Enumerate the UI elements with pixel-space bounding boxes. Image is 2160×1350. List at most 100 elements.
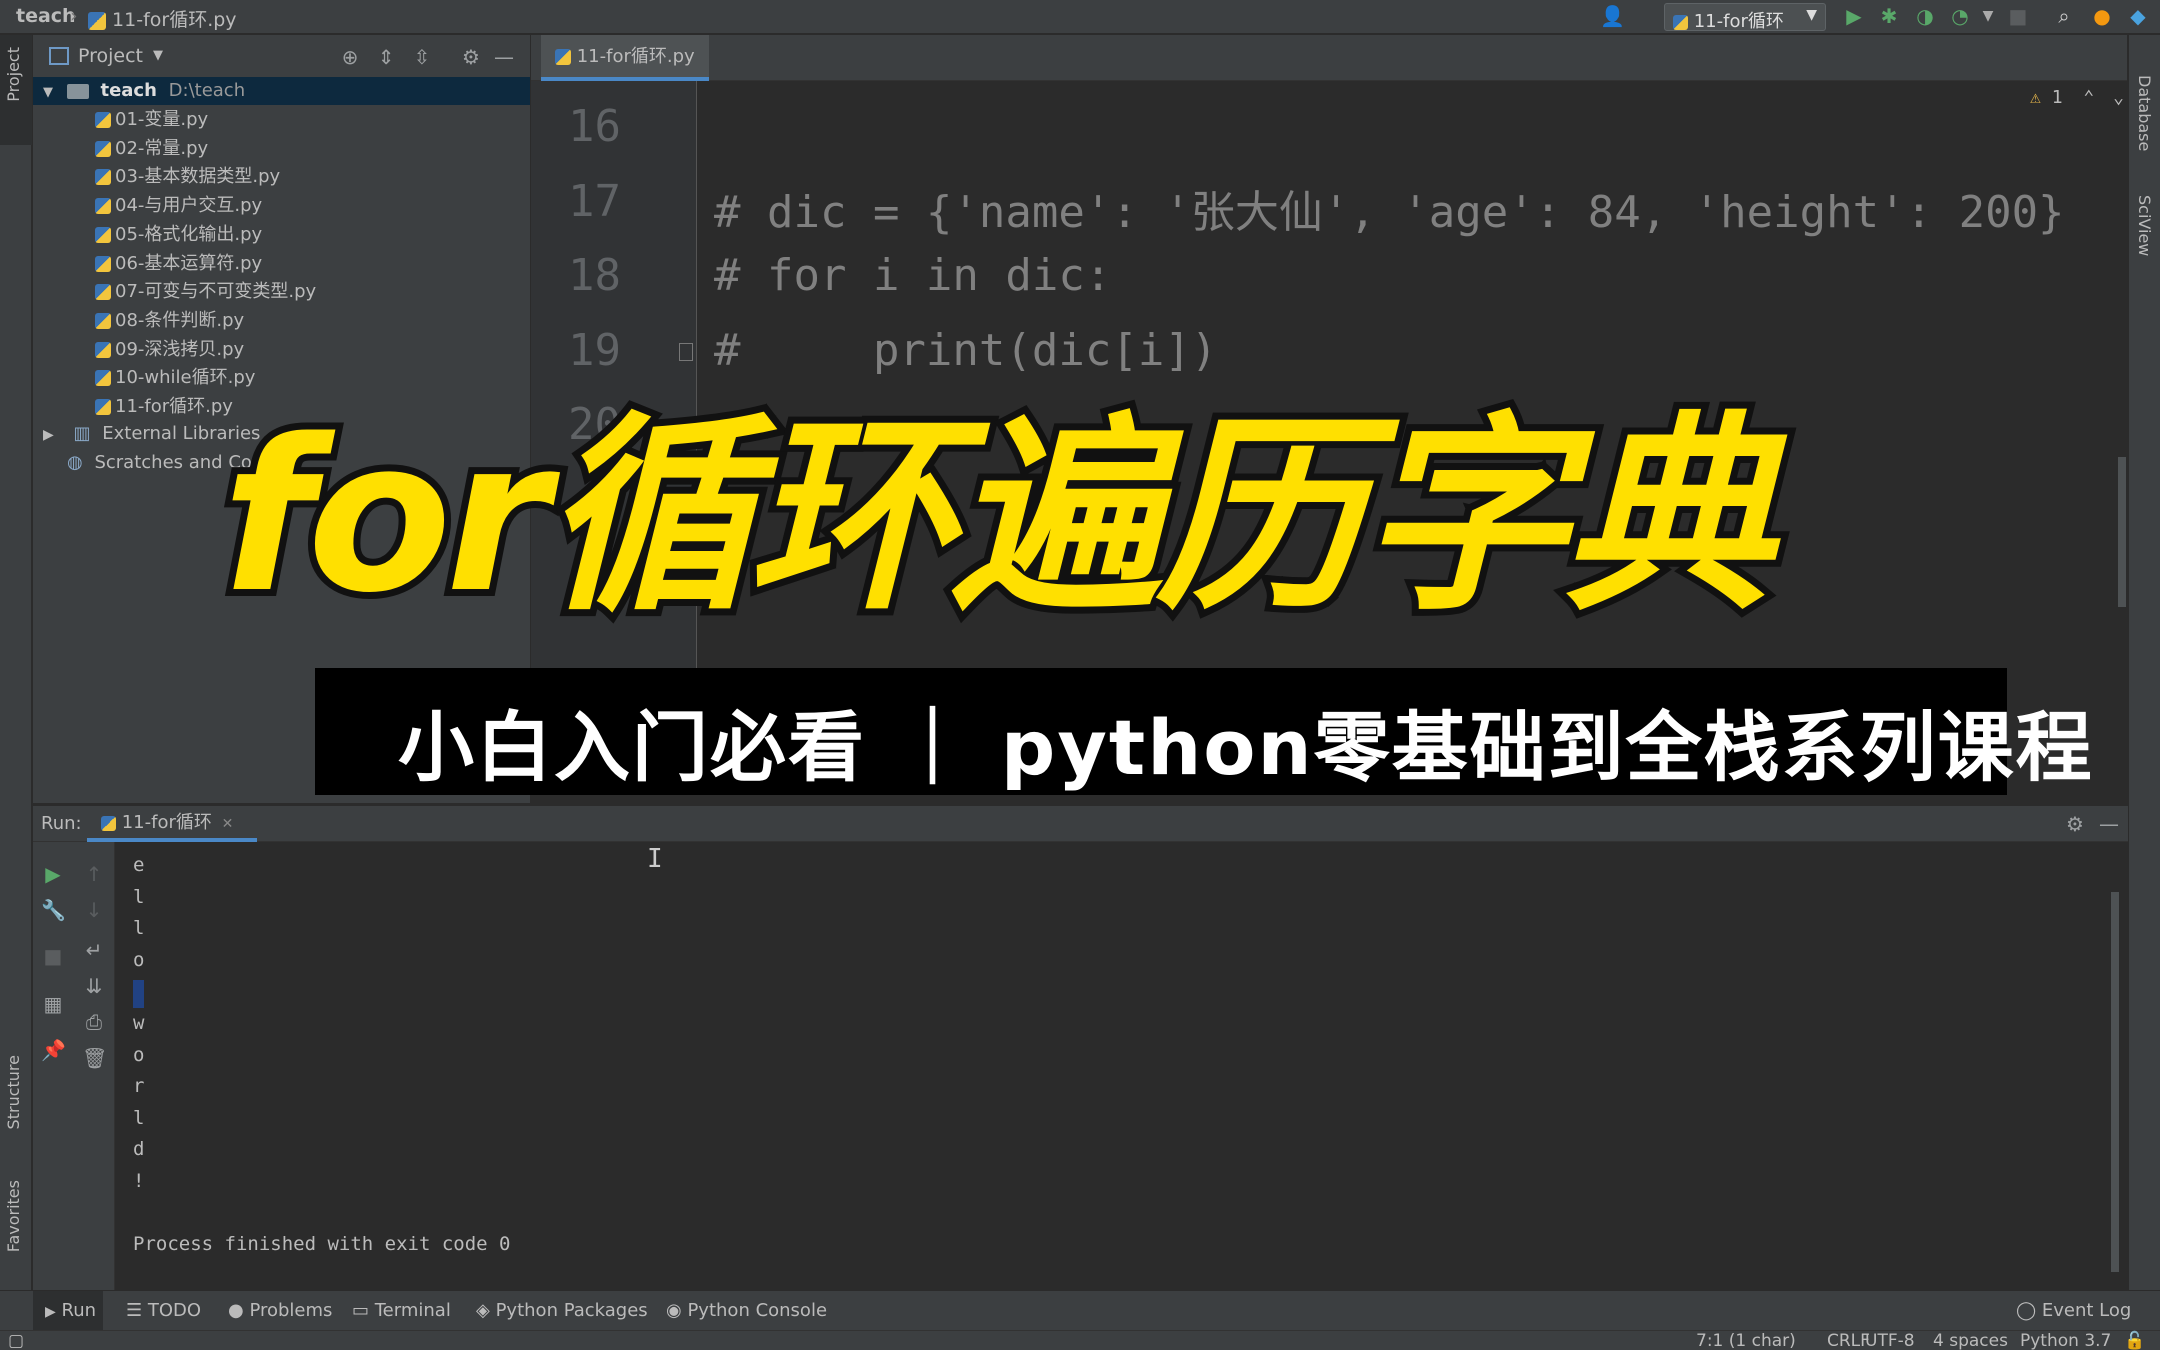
minimize-icon[interactable]: — [492,45,516,69]
chevron-down-icon: ▼ [1806,7,1817,23]
run-configuration-select[interactable]: 11-for循环 ▼ [1664,3,1826,32]
tool-windows-icon[interactable]: ▢ [8,1331,24,1350]
file-tree-item[interactable]: 05-格式化输出.py [33,221,262,249]
file-tree-item[interactable]: 10-while循环.py [33,364,255,392]
warning-indicator[interactable]: ⚠ 1 ⌃ ⌄ [2030,87,2124,108]
wrench-icon[interactable]: 🔧 [41,898,66,922]
chevron-down-icon[interactable]: ▼ [153,48,163,63]
caret-position[interactable]: 7:1 (1 char) [1696,1331,1796,1350]
user-icon[interactable]: 👤 [1600,4,1625,28]
fold-marker-icon[interactable] [679,343,693,361]
python-file-icon [555,49,571,65]
event-log-tool-tab[interactable]: ◯ Event Log [2016,1291,2131,1331]
terminal-tool-tab[interactable]: ▭ Terminal [352,1291,451,1331]
run-panel-label: Run: [41,813,82,834]
breadcrumb-file[interactable]: 11-for循环.py [88,5,237,32]
toolbox-icon[interactable]: ◆ [2126,4,2150,28]
warning-count: 1 [2051,87,2063,108]
profile-icon[interactable]: ◔ [1948,4,1972,28]
editor-tab-active[interactable]: 11-for循环.py ✕ [541,35,709,110]
python-file-icon [95,284,111,301]
line-separator[interactable]: CRLF [1827,1331,1870,1350]
pin-icon[interactable]: 📌 [41,1038,66,1062]
file-tree-item[interactable]: 03-基本数据类型.py [33,163,280,191]
file-encoding[interactable]: UTF-8 [1865,1331,1915,1350]
indent-setting[interactable]: 4 spaces [1933,1331,2008,1350]
file-tree-item-label: 03-基本数据类型.py [115,166,281,188]
trash-icon[interactable]: 🗑 [82,1046,107,1070]
file-tree-item[interactable]: 09-深浅拷贝.py [33,336,244,364]
problems-tool-tab[interactable]: ● Problems [228,1291,332,1331]
file-tree-item[interactable]: 07-可变与不可变类型.py [33,278,316,306]
coverage-icon[interactable]: ◑ [1913,4,1937,28]
gear-icon[interactable]: ⚙ [2063,812,2087,836]
stop-icon[interactable]: ■ [2006,4,2030,28]
breadcrumb-project[interactable]: teach [16,5,76,27]
minimize-icon[interactable]: — [2097,812,2121,836]
terminal-icon: ▭ [352,1300,370,1321]
console-scrollbar[interactable] [2111,892,2119,1272]
file-tree-item[interactable]: 06-基本运算符.py [33,250,262,278]
library-icon: ▥ [73,423,91,444]
output-line: o [133,948,145,971]
gear-icon[interactable]: ⚙ [459,45,483,69]
favorites-tool-tab[interactable]: Favorites [4,1180,23,1252]
sciview-tool-tab[interactable]: SciView [2135,195,2154,256]
run-tab[interactable]: 11-for循环 ✕ [87,806,257,842]
update-icon[interactable]: ● [2090,4,2114,28]
file-tree-item[interactable]: 02-常量.py [33,135,208,163]
editor-tab-label: 11-for循环.py [576,46,695,67]
title-bar: teach › 11-for循环.py 👤 11-for循环 ▼ ▶ ✱ ◑ ◔… [0,0,2160,34]
python-interpreter[interactable]: Python 3.7 [2020,1331,2111,1350]
event-log-tool-tab-label: Event Log [2041,1300,2132,1321]
breadcrumb-file-label: 11-for循环.py [112,9,237,31]
structure-tool-tab[interactable]: Structure [4,1055,23,1129]
soft-wrap-icon[interactable]: ↵ [82,938,106,962]
arrow-down-icon[interactable]: ↓ [82,898,106,922]
layout-icon[interactable]: ▦ [41,992,65,1016]
rerun-icon[interactable]: ▶ [41,862,65,886]
file-tree-item-label: 08-条件判断.py [115,309,245,331]
todo-tool-tab[interactable]: ☰ TODO [126,1291,201,1331]
file-tree-item[interactable]: 08-条件判断.py [33,307,244,335]
output-line [133,980,144,1009]
expand-all-icon[interactable]: ⇕ [374,45,398,69]
packages-icon: ◈ [476,1300,490,1321]
chevron-down-icon[interactable]: ⌄ [2113,87,2124,108]
chevron-up-icon[interactable]: ⌃ [2083,87,2094,108]
python-packages-tool-tab[interactable]: ◈ Python Packages [476,1291,648,1331]
print-icon[interactable]: ⎙ [82,1010,106,1034]
output-line: r [133,1075,145,1098]
editor-scrollbar[interactable] [2118,457,2126,607]
python-file-icon [1673,14,1688,30]
more-run-options-icon[interactable]: ▼ [1976,4,2000,28]
collapse-all-icon[interactable]: ⇳ [410,45,434,69]
project-tool-tab[interactable]: Project [0,35,32,145]
run-tool-tab-label: Run [61,1300,97,1321]
python-console-tool-tab[interactable]: ◉ Python Console [666,1291,827,1331]
python-file-icon [95,169,111,186]
tree-root-folder[interactable]: ▼ teach D:\teach [33,77,530,105]
lock-icon[interactable]: 🔓 [2124,1331,2145,1350]
scroll-to-end-icon[interactable]: ⇊ [82,974,106,998]
python-console-icon: ◉ [666,1300,682,1321]
project-view-select[interactable]: Project [78,45,143,67]
run-console-output[interactable]: ello w o r l d! Process finished with exit c… [115,842,2119,1290]
file-tree-item[interactable]: 04-与用户交互.py [33,192,262,220]
close-icon[interactable]: ✕ [222,816,234,832]
stop-icon[interactable]: ■ [41,944,65,968]
run-icon: ▶ [45,1304,56,1320]
warning-icon: ⚠ [2030,87,2041,108]
problems-tool-tab-label: Problems [249,1300,333,1321]
run-tool-tab[interactable]: ▶ Run [33,1291,103,1331]
file-tree-item[interactable]: 01-变量.py [33,106,208,134]
run-icon[interactable]: ▶ [1842,4,1866,28]
arrow-up-icon[interactable]: ↑ [82,862,106,886]
locate-file-icon[interactable]: ⊕ [338,45,362,69]
python-console-tool-tab-label: Python Console [687,1300,828,1321]
search-icon[interactable]: ⌕ [2052,4,2076,28]
bottom-tool-bar: ▶ Run ☰ TODO ● Problems ▭ Terminal ◈ Pyt… [0,1290,2160,1331]
file-tree-item[interactable]: 11-for循环.py [33,393,233,421]
database-tool-tab[interactable]: Database [2135,75,2154,151]
debug-icon[interactable]: ✱ [1877,4,1901,28]
